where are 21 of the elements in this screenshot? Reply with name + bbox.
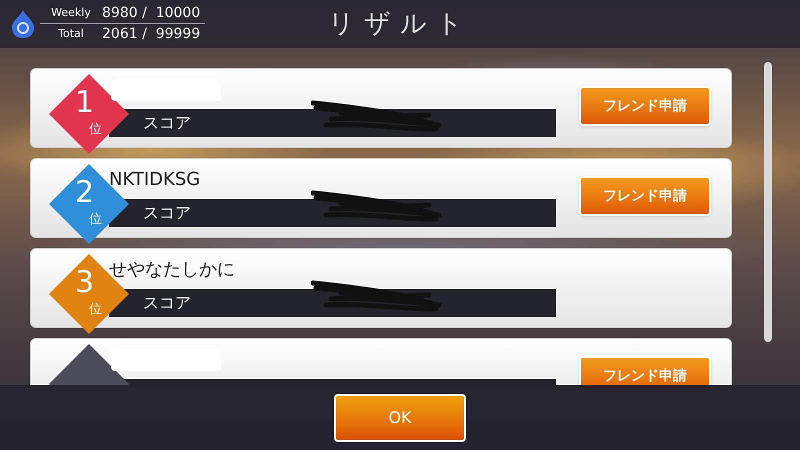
friend-request-button[interactable]: フレンド申請: [579, 176, 711, 216]
friend-request-button[interactable]: フレンド申請: [579, 86, 711, 126]
score-label: スコア: [143, 293, 191, 313]
rank-number: 3: [75, 268, 94, 298]
stat-value: 2061 / 99999: [102, 24, 200, 44]
score-label: スコア: [143, 113, 191, 133]
friend-request-button[interactable]: フレンド申請: [579, 356, 711, 385]
score-label: スコア: [143, 203, 191, 223]
player-name: NKTIDKSG: [109, 169, 200, 191]
player-name: せやなたしかに: [109, 259, 235, 281]
rank-number: 1: [75, 88, 94, 118]
stat-label: Total: [57, 26, 85, 42]
rank-suffix: 位: [89, 123, 102, 136]
stat-value: 8980 / 10000: [102, 4, 200, 23]
screen-title: リザルト: [328, 8, 472, 40]
rank-suffix: 位: [89, 303, 102, 316]
ok-button[interactable]: OK: [334, 394, 466, 442]
stat-label: Weekly: [50, 5, 92, 22]
scrollbar[interactable]: [764, 62, 772, 342]
rank-suffix: 位: [89, 213, 102, 226]
rank-number: 2: [75, 178, 94, 208]
